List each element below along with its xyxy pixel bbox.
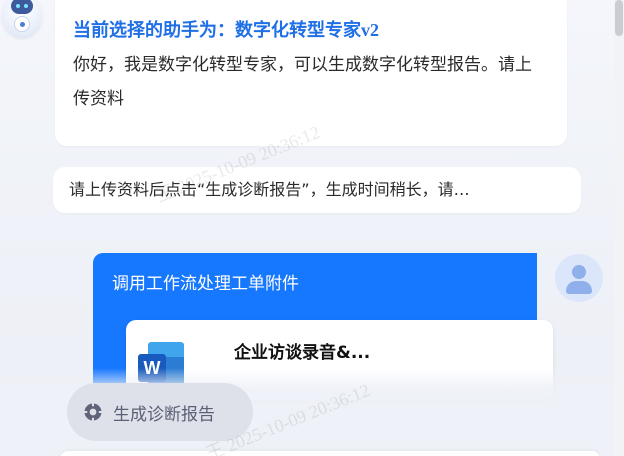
assistant-intro-message: 当前选择的助手为：数字化转型专家v2 你好，我是数字化转型专家，可以生成数字化转…: [55, 0, 567, 146]
attachment-name: 企业访谈录音&...: [234, 343, 371, 363]
assistant-title: 当前选择的助手为：数字化转型专家v2: [73, 20, 379, 40]
scrollbar-thumb[interactable]: [615, 0, 623, 36]
input-box-edge[interactable]: [60, 451, 600, 456]
user-icon: [572, 265, 586, 279]
user-avatar: [555, 254, 603, 302]
chat-area: 当前选择的助手为：数字化转型专家v2 你好，我是数字化转型专家，可以生成数字化转…: [0, 0, 624, 456]
hint-message: 请上传资料后点击“生成诊断报告”，生成时间稍长，请…: [53, 167, 581, 213]
assistant-avatar: [2, 0, 42, 38]
assistant-greeting: 你好，我是数字化转型专家，可以生成数字化转型报告。请上传资料: [73, 55, 532, 109]
scrollbar[interactable]: [614, 0, 624, 456]
user-message-title: 调用工作流处理工单附件: [112, 274, 299, 294]
gear-icon: [84, 403, 102, 421]
robot-face-icon: [11, 0, 33, 14]
generate-report-label: 生成诊断报告: [113, 404, 215, 425]
generate-report-button[interactable]: 生成诊断报告: [67, 383, 253, 441]
